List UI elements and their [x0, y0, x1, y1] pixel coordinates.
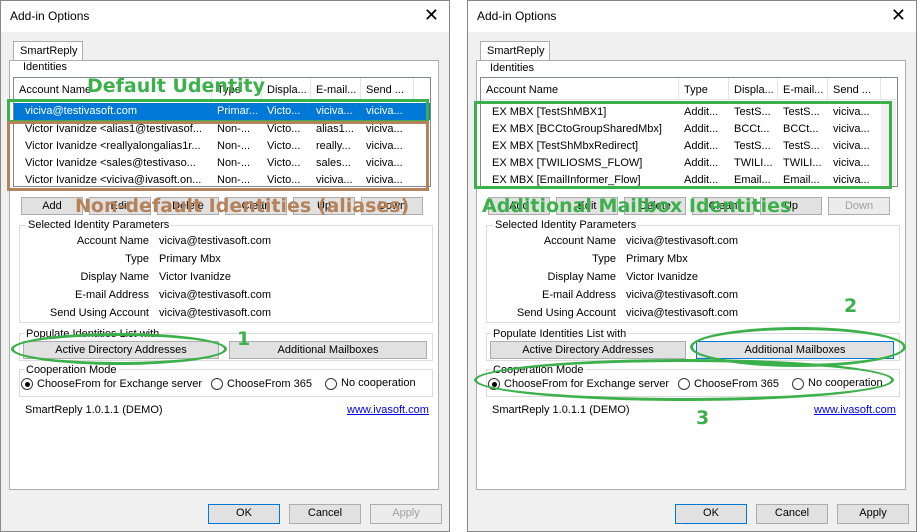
param-value: Primary Mbx [626, 253, 688, 265]
apply-button[interactable]: Apply [837, 504, 909, 524]
cooperation-mode-highlight [474, 359, 894, 401]
tab-smartreply[interactable]: SmartReply [13, 41, 83, 61]
param-label: Send Using Account [516, 307, 616, 319]
coop-radio-365[interactable] [211, 378, 223, 390]
param-label: Account Name [76, 235, 149, 247]
param-value: viciva@testivasoft.com [626, 307, 739, 319]
param-value: viciva@testivasoft.com [626, 289, 739, 301]
param-label: E-mail Address [542, 289, 616, 301]
close-icon[interactable]: ✕ [891, 6, 906, 24]
param-label: Display Name [547, 271, 616, 283]
identities-label: Identities [488, 62, 537, 74]
param-label: Type [125, 253, 149, 265]
coop-label-exchange: ChooseFrom for Exchange server [37, 378, 203, 390]
cancel-button[interactable]: Cancel [756, 504, 828, 524]
column-email[interactable]: E-mail... [778, 78, 828, 100]
dialog-title: Add-in Options [477, 9, 557, 23]
default-identity-annotation: Default Udentity [87, 75, 265, 97]
title-bar: Add-in Options ✕ [468, 1, 916, 32]
title-bar: Add-in Options ✕ [1, 1, 449, 32]
selected-params-label: Selected Identity Parameters [493, 219, 639, 231]
coop-label-365: ChooseFrom 365 [227, 378, 312, 390]
param-label: Display Name [80, 271, 149, 283]
list-header: Account Name Type Displa... E-mail... Se… [481, 78, 897, 100]
selected-params-label: Selected Identity Parameters [26, 219, 172, 231]
populate-label: Populate Identities List with [491, 328, 629, 340]
param-value: viciva@testivasoft.com [626, 235, 739, 247]
coop-label-none: No cooperation [341, 377, 416, 389]
coop-radio-exchange[interactable] [21, 378, 33, 390]
add-in-options-dialog-left: Add-in Options ✕ SmartReply Identities A… [0, 0, 450, 532]
close-icon[interactable]: ✕ [424, 6, 439, 24]
param-value: Primary Mbx [159, 253, 221, 265]
coop-radio-none[interactable] [325, 378, 337, 390]
add-button[interactable]: Add [21, 197, 83, 215]
column-send[interactable]: Send ... [361, 78, 414, 100]
cooperation-label: Cooperation Mode [24, 364, 119, 376]
default-identity-highlight [7, 99, 429, 123]
tab-smartreply[interactable]: SmartReply [480, 41, 550, 61]
additional-mailbox-highlight [474, 101, 892, 189]
apply-button[interactable]: Apply [370, 504, 442, 524]
param-label: Type [592, 253, 616, 265]
down-button[interactable]: Down [828, 197, 890, 215]
dialog-title: Add-in Options [10, 9, 90, 23]
ivasoft-link[interactable]: www.ivasoft.com [347, 404, 429, 416]
column-type[interactable]: Type [679, 78, 729, 100]
non-default-identities-annotation: Non-default Identities (aliases) [75, 195, 410, 217]
param-value: Victor Ivanidze [626, 271, 698, 283]
param-value: viciva@testivasoft.com [159, 235, 272, 247]
additional-mailboxes-button[interactable]: Additional Mailboxes [229, 341, 427, 359]
param-label: Send Using Account [49, 307, 149, 319]
ok-button[interactable]: OK [208, 504, 280, 524]
step-2-annotation: 2 [844, 295, 858, 317]
additional-mailbox-annotation: Additional Mailbox Identities [482, 195, 792, 217]
active-directory-button[interactable]: Active Directory Addresses [490, 341, 686, 359]
active-directory-highlight [11, 333, 227, 365]
param-label: E-mail Address [75, 289, 149, 301]
non-default-identities-highlight [7, 121, 429, 191]
step-3-annotation: 3 [696, 407, 710, 429]
cancel-button[interactable]: Cancel [289, 504, 361, 524]
param-value: viciva@testivasoft.com [159, 289, 272, 301]
param-label: Account Name [543, 235, 616, 247]
column-send[interactable]: Send ... [828, 78, 881, 100]
column-display[interactable]: Displa... [262, 78, 311, 100]
version-text: SmartReply 1.0.1.1 (DEMO) [25, 404, 163, 416]
step-1-annotation: 1 [237, 328, 251, 350]
version-text: SmartReply 1.0.1.1 (DEMO) [492, 404, 630, 416]
param-value: Victor Ivanidze [159, 271, 231, 283]
add-in-options-dialog-right: Add-in Options ✕ SmartReply Identities A… [467, 0, 917, 532]
column-email[interactable]: E-mail... [311, 78, 361, 100]
ok-button[interactable]: OK [675, 504, 747, 524]
identities-label: Identities [21, 61, 70, 73]
param-value: viciva@testivasoft.com [159, 307, 272, 319]
column-display[interactable]: Displa... [729, 78, 778, 100]
column-account-name[interactable]: Account Name [481, 78, 679, 100]
ivasoft-link[interactable]: www.ivasoft.com [814, 404, 896, 416]
